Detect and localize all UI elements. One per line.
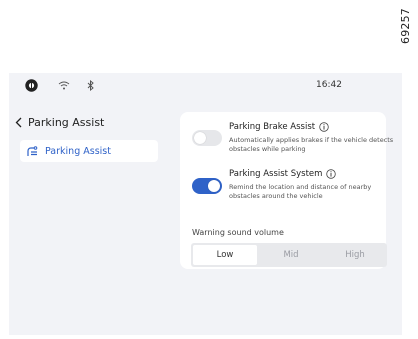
parking-brake-assist-toggle[interactable] (192, 130, 222, 146)
profile-icon[interactable] (25, 79, 38, 92)
warning-sound-volume-label: Warning sound volume (192, 228, 284, 237)
settings-card: Parking Brake Assist Automatically appli… (180, 112, 393, 269)
back-button[interactable]: Parking Assist (15, 116, 104, 129)
parking-brake-assist-title: Parking Brake Assist (229, 122, 329, 132)
parking-assist-system-toggle[interactable] (192, 178, 222, 194)
volume-option-high[interactable]: High (323, 243, 387, 267)
wifi-icon (58, 81, 70, 90)
figure-reference-id: 69257 (399, 8, 412, 44)
parking-assist-icon (27, 145, 38, 156)
infotainment-screen: 16:42 Parking Assist Parking Assist Park… (9, 73, 402, 335)
sidebar-item-label: Parking Assist (45, 145, 111, 157)
toggle-knob (194, 132, 206, 144)
parking-assist-system-title: Parking Assist System (229, 169, 337, 179)
info-icon[interactable] (326, 169, 337, 179)
toggle-knob (208, 180, 220, 192)
clock: 16:42 (316, 80, 342, 90)
warning-sound-volume-selector: Low Mid High (191, 243, 387, 267)
sidebar-item-parking-assist[interactable]: Parking Assist (20, 140, 158, 162)
volume-option-mid[interactable]: Mid (259, 243, 323, 267)
setting-title-text: Parking Assist System (229, 169, 323, 179)
parking-assist-system-description: Remind the location and distance of near… (229, 183, 372, 200)
back-label: Parking Assist (28, 116, 105, 129)
setting-title-text: Parking Brake Assist (229, 122, 316, 132)
volume-option-low[interactable]: Low (193, 245, 257, 265)
info-icon[interactable] (319, 122, 329, 132)
chevron-left-icon (15, 117, 22, 128)
parking-brake-assist-description: Automatically applies brakes if the vehi… (229, 136, 394, 153)
bluetooth-icon (87, 80, 95, 91)
status-bar: 16:42 (9, 73, 402, 99)
